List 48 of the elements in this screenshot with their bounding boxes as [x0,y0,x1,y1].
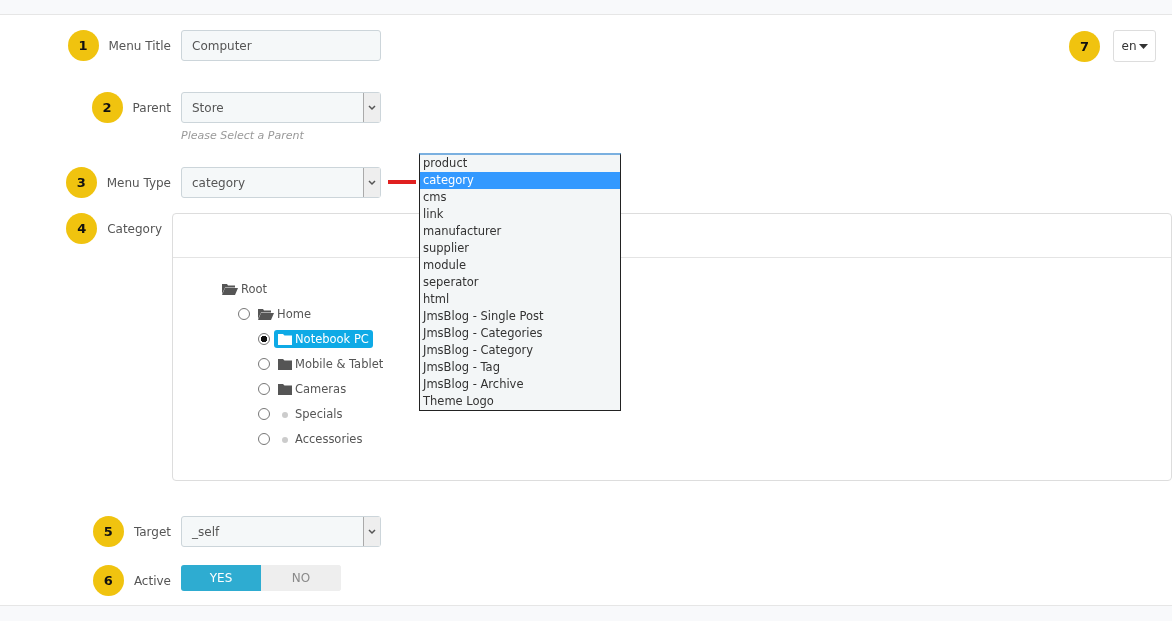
dropdown-option[interactable]: module [420,257,620,274]
tree-item[interactable]: Specials [274,404,347,423]
dropdown-option[interactable]: cms [420,189,620,206]
dropdown-option[interactable]: JmsBlog - Archive [420,376,620,393]
tree-item[interactable]: Accessories [274,429,367,448]
step-number-badge: 3 [65,167,97,198]
step-number-badge: 5 [92,516,124,547]
radio-button[interactable] [238,307,250,320]
dropdown-option[interactable]: Theme Logo [420,393,620,410]
step-number-badge: 2 [91,92,123,123]
dropdown-option[interactable]: JmsBlog - Categories [420,325,620,342]
caret-icon [1138,43,1148,49]
chevron-down-icon [368,104,376,111]
select-field[interactable]: category [181,167,381,198]
field-label: Menu Title [108,38,171,53]
language-button[interactable]: en [1113,30,1156,62]
field-label: Active [133,573,171,588]
tree-item[interactable]: Home [254,304,315,323]
chevron-down-icon [368,179,376,186]
radio-button[interactable] [258,407,270,420]
dropdown-option[interactable]: seperator [420,274,620,291]
dropdown-option[interactable]: link [420,206,620,223]
help-text: Please Select a Parent [181,129,305,144]
select-field[interactable]: _self [181,516,381,547]
tree-item[interactable]: Root [218,279,272,298]
dropdown-option[interactable]: product [420,155,620,172]
radio-button[interactable] [258,357,270,370]
tree-item[interactable]: Cameras [274,379,351,398]
field-label: Category [107,221,162,236]
field-label: Menu Type [106,175,171,190]
select-field[interactable]: Store [181,92,381,123]
step-number-badge: 6 [92,565,124,596]
radio-button[interactable] [258,432,270,445]
chevron-down-icon [368,528,376,535]
dropdown-option[interactable]: supplier [420,240,620,257]
radio-button[interactable] [258,382,270,395]
tree-item[interactable]: Mobile & Tablet [274,354,388,373]
dropdown-option[interactable]: manufacturer [420,223,620,240]
dropdown-option[interactable]: html [420,291,620,308]
field-label: Target [133,524,171,539]
dropdown-option[interactable]: JmsBlog - Single Post [420,308,620,325]
menu-title-input[interactable]: Computer [181,30,381,61]
step-number-badge: 4 [66,213,98,244]
radio-button[interactable] [258,332,270,345]
step-number-badge: 1 [67,30,99,61]
dropdown-option[interactable]: JmsBlog - Category [420,342,620,359]
dropdown-option[interactable]: JmsBlog - Tag [420,359,620,376]
field-label: Parent [132,100,171,115]
